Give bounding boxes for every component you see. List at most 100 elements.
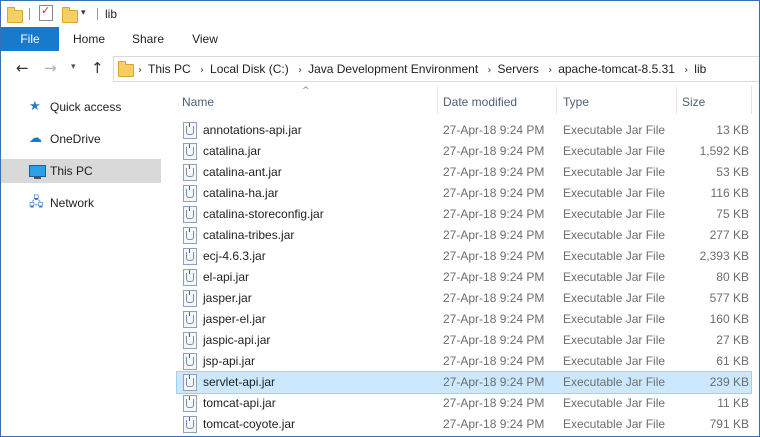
file-size: 791 KB (709, 417, 749, 431)
chevron-right-icon[interactable]: › (200, 59, 204, 83)
breadcrumb-java-dev-env[interactable]: Java Development Environment (308, 57, 478, 81)
ribbon: File Home Share View (1, 27, 759, 52)
column-header-size[interactable]: Size (682, 92, 705, 112)
tab-view[interactable]: View (177, 27, 233, 51)
file-type: Executable Jar File (563, 165, 666, 179)
file-size: 27 KB (716, 333, 749, 347)
file-name: jsp-api.jar (203, 354, 256, 368)
file-size: 13 KB (716, 123, 749, 137)
chevron-right-icon[interactable]: › (488, 59, 492, 83)
tab-share[interactable]: Share (119, 27, 177, 51)
file-name: jasper.jar (203, 291, 252, 305)
navigation-bar: ← → ▾ ↑ › This PC › Local Disk (C:) › Java … (1, 51, 759, 85)
sidebar-item-label: This PC (50, 164, 93, 178)
back-arrow-icon[interactable]: ← (16, 59, 29, 77)
file-name: tomcat-coyote.jar (203, 417, 296, 431)
column-divider[interactable] (676, 86, 677, 114)
sidebar-item-network[interactable]: 🖧 Network (1, 191, 161, 215)
recent-locations-icon[interactable]: ▾ (71, 62, 76, 72)
properties-icon[interactable] (39, 4, 53, 21)
file-row[interactable]: tomcat-api.jar 27-Apr-18 9:24 PM Executa… (177, 393, 751, 414)
column-header-type[interactable]: Type (563, 92, 589, 112)
jar-file-icon (183, 206, 197, 223)
file-row[interactable]: ecj-4.6.3.jar 27-Apr-18 9:24 PM Executab… (177, 246, 751, 267)
file-name: catalina.jar (203, 144, 262, 158)
jar-file-icon (183, 185, 197, 202)
column-header-date-modified[interactable]: Date modified (443, 92, 517, 112)
jar-file-icon (183, 164, 197, 181)
computer-icon (29, 165, 46, 179)
sidebar-item-quick-access[interactable]: ★ Quick access (1, 95, 161, 119)
file-name: annotations-api.jar (203, 123, 302, 137)
file-row[interactable]: annotations-api.jar 27-Apr-18 9:24 PM Ex… (177, 120, 751, 141)
file-type: Executable Jar File (563, 333, 666, 347)
file-row-selected[interactable]: servlet-api.jar 27-Apr-18 9:24 PM Execut… (176, 371, 752, 394)
sidebar-item-onedrive[interactable]: ☁ OneDrive (1, 127, 161, 151)
file-date-modified: 27-Apr-18 9:24 PM (443, 207, 545, 221)
column-divider[interactable] (556, 86, 557, 114)
address-bar[interactable]: › This PC › Local Disk (C:) › Java Developm… (113, 56, 759, 83)
file-date-modified: 27-Apr-18 9:24 PM (443, 291, 545, 305)
toolbar-divider (29, 8, 30, 20)
file-row[interactable]: catalina-storeconfig.jar 27-Apr-18 9:24 … (177, 204, 751, 225)
file-size: 2,393 KB (699, 249, 749, 263)
file-row[interactable]: jasper-el.jar 27-Apr-18 9:24 PM Executab… (177, 309, 751, 330)
jar-file-icon (183, 353, 197, 370)
file-date-modified: 27-Apr-18 9:24 PM (443, 123, 545, 137)
file-type: Executable Jar File (563, 207, 666, 221)
file-size: 75 KB (716, 207, 749, 221)
tab-file[interactable]: File (1, 27, 59, 51)
jar-file-icon (183, 311, 197, 328)
breadcrumb-local-disk[interactable]: Local Disk (C:) (210, 57, 289, 81)
file-date-modified: 27-Apr-18 9:24 PM (443, 228, 545, 242)
file-row[interactable]: jasper.jar 27-Apr-18 9:24 PM Executable … (177, 288, 751, 309)
file-type: Executable Jar File (563, 291, 666, 305)
sidebar-item-label: OneDrive (50, 132, 101, 146)
chevron-right-icon[interactable]: › (138, 59, 142, 83)
file-date-modified: 27-Apr-18 9:24 PM (443, 249, 545, 263)
file-date-modified: 27-Apr-18 9:24 PM (443, 312, 545, 326)
sidebar-item-label: Network (50, 196, 95, 210)
file-size: 577 KB (709, 291, 749, 305)
file-type: Executable Jar File (563, 123, 666, 137)
file-date-modified: 27-Apr-18 9:24 PM (443, 354, 545, 368)
file-name: jaspic-api.jar (203, 333, 271, 347)
tab-home[interactable]: Home (59, 27, 119, 51)
column-divider[interactable] (751, 86, 752, 114)
file-name: catalina-tribes.jar (203, 228, 295, 242)
jar-file-icon (183, 332, 197, 349)
breadcrumb-this-pc[interactable]: This PC (148, 57, 191, 81)
jar-file-icon (183, 227, 197, 244)
file-size: 116 KB (710, 186, 749, 200)
breadcrumb-servers[interactable]: Servers (498, 57, 539, 81)
file-row[interactable]: catalina.jar 27-Apr-18 9:24 PM Executabl… (177, 141, 751, 162)
breadcrumb-lib[interactable]: lib (694, 57, 706, 81)
column-divider[interactable] (437, 86, 438, 114)
file-size: 80 KB (716, 270, 749, 284)
file-row[interactable]: catalina-tribes.jar 27-Apr-18 9:24 PM Ex… (177, 225, 751, 246)
file-row[interactable]: jsp-api.jar 27-Apr-18 9:24 PM Executable… (177, 351, 751, 372)
file-row[interactable]: catalina-ant.jar 27-Apr-18 9:24 PM Execu… (177, 162, 751, 183)
file-row[interactable]: catalina-ha.jar 27-Apr-18 9:24 PM Execut… (177, 183, 751, 204)
column-header-name[interactable]: Name (182, 92, 214, 112)
file-row[interactable]: tomcat-coyote.jar 27-Apr-18 9:24 PM Exec… (177, 414, 751, 435)
file-row[interactable]: el-api.jar 27-Apr-18 9:24 PM Executable … (177, 267, 751, 288)
file-type: Executable Jar File (563, 144, 666, 158)
file-row[interactable]: jaspic-api.jar 27-Apr-18 9:24 PM Executa… (177, 330, 751, 351)
forward-arrow-icon[interactable]: → (44, 59, 57, 77)
folder-icon[interactable] (7, 7, 23, 23)
file-size: 61 KB (716, 354, 749, 368)
chevron-right-icon[interactable]: › (548, 59, 552, 83)
file-name: catalina-storeconfig.jar (203, 207, 324, 221)
file-name: catalina-ha.jar (203, 186, 279, 200)
sidebar-item-this-pc[interactable]: This PC (1, 159, 161, 183)
chevron-right-icon[interactable]: › (684, 59, 688, 83)
customize-toolbar-icon[interactable]: ▾ (81, 8, 86, 18)
file-size: 239 KB (709, 375, 749, 389)
breadcrumb-apache-tomcat[interactable]: apache-tomcat-8.5.31 (558, 57, 675, 81)
new-folder-icon[interactable] (62, 7, 78, 23)
chevron-right-icon[interactable]: › (298, 59, 302, 83)
file-date-modified: 27-Apr-18 9:24 PM (443, 270, 545, 284)
file-type: Executable Jar File (563, 354, 666, 368)
up-arrow-icon[interactable]: ↑ (91, 59, 104, 77)
